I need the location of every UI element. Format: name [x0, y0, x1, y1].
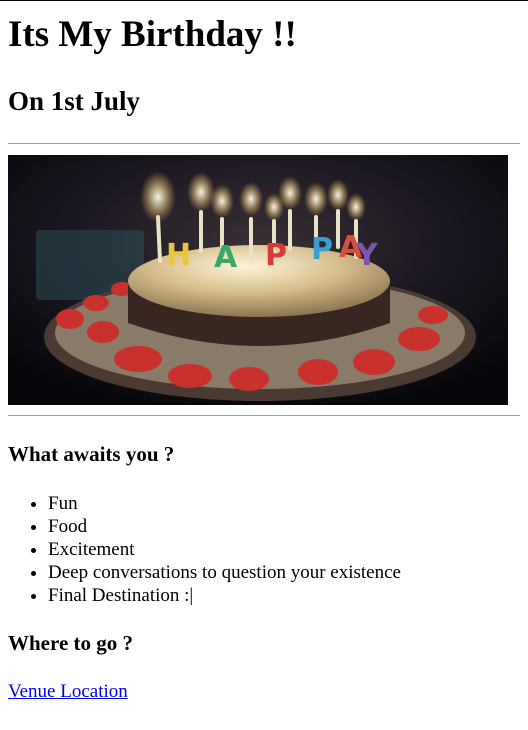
list-item: Fun [48, 492, 520, 515]
svg-text:Y: Y [355, 238, 379, 273]
top-divider [8, 143, 520, 144]
birthday-cake-image: H A P P A Y [8, 155, 508, 405]
svg-text:H: H [166, 238, 191, 273]
page: Its My Birthday !! On 1st July H A P P A… [0, 13, 528, 703]
where-heading: Where to go ? [8, 631, 134, 655]
venue-location-link[interactable]: Venue Location [8, 680, 128, 703]
list-item: Deep conversations to question your exis… [48, 561, 520, 584]
awaits-heading: What awaits you ? [8, 442, 175, 466]
date-subtitle: On 1st July [8, 86, 141, 116]
awaits-list: Fun Food Excitement Deep conversations t… [8, 492, 520, 607]
svg-text:P: P [265, 238, 287, 273]
page-title: Its My Birthday !! [8, 14, 297, 55]
svg-text:P: P [311, 232, 333, 267]
svg-text:A: A [214, 240, 238, 275]
list-item: Excitement [48, 538, 520, 561]
list-item: Food [48, 515, 520, 538]
bottom-divider [8, 415, 520, 416]
list-item: Final Destination :| [48, 584, 520, 607]
